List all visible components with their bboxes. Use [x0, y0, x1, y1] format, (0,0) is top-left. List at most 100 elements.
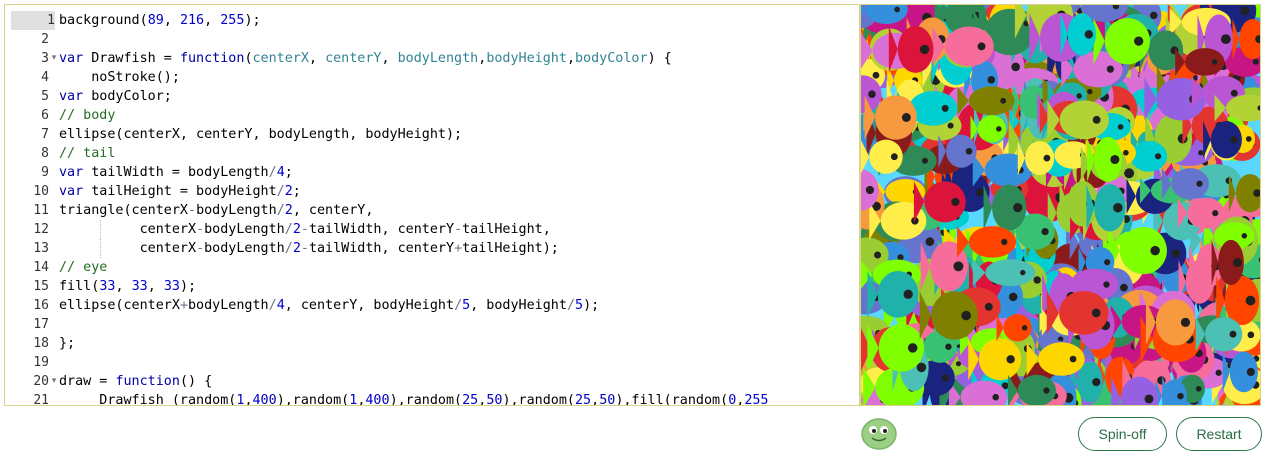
code-token: var: [59, 51, 84, 66]
code-line[interactable]: var bodyColor;: [59, 87, 172, 106]
code-line[interactable]: noStroke();: [59, 68, 180, 87]
code-line[interactable]: ellipse(centerX+bodyLength/4, centerY, b…: [59, 296, 599, 315]
code-token: 2: [284, 184, 293, 199]
code-token: 216: [179, 13, 205, 28]
indent-guide: [100, 239, 101, 258]
code-token: , bodyHeight: [470, 298, 567, 313]
code-token: 4: [276, 298, 285, 313]
code-token: 2: [292, 222, 301, 237]
line-number: 16: [33, 298, 49, 313]
code-token: tailHeight = bodyHeight: [83, 184, 277, 199]
restart-button[interactable]: Restart: [1176, 417, 1262, 451]
code-editor[interactable]: 1 2 3 ▾ 4 5 6 7 8 9 10 11 12 13 14 15 16 17 18 19 20 ▾ 21 back…: [4, 4, 860, 406]
code-token: 33: [131, 279, 148, 294]
code-token: );: [179, 279, 197, 294]
code-line[interactable]: var Drawfish = function(centerX, centerY…: [59, 49, 672, 68]
code-token: ,: [204, 13, 221, 28]
code-token: /: [454, 298, 463, 313]
code-token: draw =: [59, 374, 116, 389]
code-token: background(: [59, 13, 148, 28]
code-token: /: [284, 241, 293, 256]
code-line[interactable]: background(89, 216, 255);: [59, 11, 261, 30]
line-number: 2: [41, 32, 49, 47]
line-number: 14: [33, 260, 49, 275]
code-token: ,: [244, 393, 253, 406]
code-line[interactable]: // eye: [59, 258, 107, 277]
code-token: ellipse(centerX: [59, 298, 180, 313]
code-token: 4: [276, 165, 285, 180]
code-token: 2: [284, 203, 293, 218]
indent-guide: [100, 220, 101, 239]
code-token: tailWidth = bodyLength: [83, 165, 269, 180]
code-token: ,: [566, 51, 575, 66]
code-token: /: [268, 298, 277, 313]
line-number: 3: [41, 51, 49, 66]
code-token: 2: [292, 241, 301, 256]
line-number: 18: [33, 336, 49, 351]
avatar-icon: [861, 418, 897, 450]
fold-toggle-icon[interactable]: ▾: [49, 372, 59, 391]
code-token: 50: [486, 393, 503, 406]
code-token: -: [300, 241, 309, 256]
code-token: 33: [163, 279, 180, 294]
code-token: bodyLength: [188, 298, 269, 313]
code-token: ),fill(random(: [615, 393, 729, 406]
code-token: -: [196, 222, 205, 237]
code-token: ),random(: [502, 393, 575, 406]
code-token: ;: [292, 184, 301, 199]
code-token: bodyLength: [397, 51, 479, 66]
code-token: /: [276, 184, 285, 199]
code-line[interactable]: // tail: [59, 144, 115, 163]
code-line[interactable]: var tailWidth = bodyLength/4;: [59, 163, 293, 182]
code-line[interactable]: ellipse(centerX, centerY, bodyLength, bo…: [59, 125, 462, 144]
code-line[interactable]: };: [59, 334, 75, 353]
code-token: 5: [575, 298, 584, 313]
code-token: var: [59, 184, 84, 199]
code-token: // body: [59, 108, 116, 123]
line-number: 7: [41, 127, 49, 142]
code-token: triangle(centerX: [59, 203, 188, 218]
code-token: -: [300, 222, 309, 237]
code-line[interactable]: // body: [59, 106, 115, 125]
code-token: ,: [591, 393, 600, 406]
line-number: 15: [33, 279, 49, 294]
code-token: // eye: [59, 260, 108, 275]
code-token: 50: [599, 393, 616, 406]
line-number: 13: [33, 241, 49, 256]
code-token: 25: [462, 393, 479, 406]
code-token: );: [583, 298, 600, 313]
code-token: /: [268, 165, 277, 180]
spin-off-button[interactable]: Spin-off: [1078, 417, 1167, 451]
line-number: 8: [41, 146, 49, 161]
code-line[interactable]: centerX-bodyLength/2-tailWidth, centerY-…: [59, 220, 551, 239]
code-line[interactable]: Drawfish (random(1,400),random(1,400),ra…: [59, 391, 769, 406]
code-token: 5: [462, 298, 471, 313]
code-token: bodyLength: [204, 222, 285, 237]
code-token: // tail: [59, 146, 116, 161]
line-number: 1: [11, 11, 55, 30]
code-token: bodyHeight: [486, 51, 567, 66]
code-token: tailHeight);: [462, 241, 559, 256]
code-token: tailWidth, centerY: [308, 241, 455, 256]
code-token: -: [196, 241, 205, 256]
code-token: Drawfish (random(: [59, 393, 237, 406]
line-number: 4: [41, 70, 49, 85]
code-line[interactable]: fill(33, 33, 33);: [59, 277, 196, 296]
code-token: );: [244, 13, 261, 28]
line-number: 17: [33, 317, 49, 332]
line-number: 6: [41, 108, 49, 123]
code-line[interactable]: var tailHeight = bodyHeight/2;: [59, 182, 301, 201]
fold-toggle-icon[interactable]: ▾: [49, 49, 59, 68]
code-token: (: [244, 51, 253, 66]
code-token: 89: [147, 13, 164, 28]
code-token: fill(: [59, 279, 100, 294]
code-line[interactable]: draw = function() {: [59, 372, 212, 391]
line-number-gutter: 1 2 3 ▾ 4 5 6 7 8 9 10 11 12 13 14 15 16 17 18 19 20 ▾ 21: [5, 5, 59, 405]
code-line[interactable]: triangle(centerX-bodyLength/2, centerY,: [59, 201, 373, 220]
output-canvas[interactable]: [860, 4, 1261, 406]
code-token: 255: [744, 393, 769, 406]
code-line[interactable]: centerX-bodyLength/2-tailWidth, centerY+…: [59, 239, 559, 258]
code-token: bodyLength: [196, 203, 277, 218]
avatar[interactable]: [860, 415, 898, 451]
line-number: 11: [33, 203, 49, 218]
